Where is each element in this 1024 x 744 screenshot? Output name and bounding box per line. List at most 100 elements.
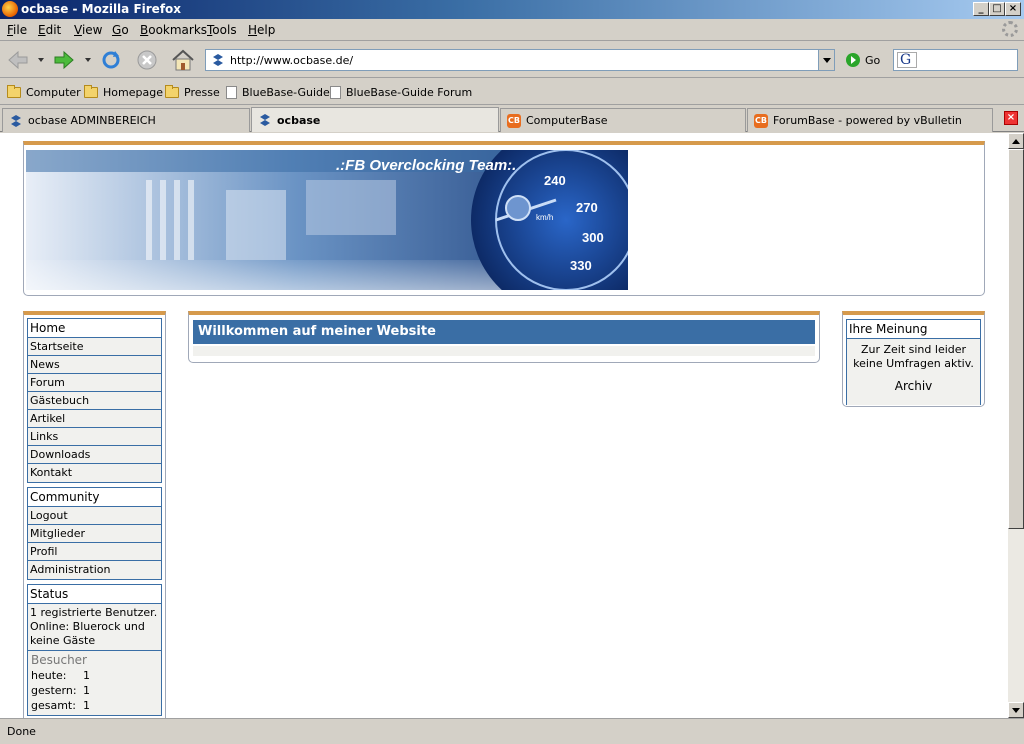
- poll-archive-link[interactable]: Archiv: [850, 379, 977, 393]
- scroll-up-button[interactable]: [1008, 133, 1024, 149]
- minimize-button[interactable]: _: [973, 2, 989, 16]
- forward-button[interactable]: [51, 47, 77, 73]
- menu-item-logout[interactable]: Logout: [28, 507, 161, 525]
- google-search-engine-icon[interactable]: G: [897, 52, 917, 68]
- home-button[interactable]: [170, 47, 196, 73]
- menu-view[interactable]: View: [74, 23, 102, 37]
- menu-tools[interactable]: Tools: [207, 23, 237, 37]
- status-registered: 1 registrierte Benutzer.: [30, 606, 158, 619]
- menu-item-links[interactable]: Links: [28, 428, 161, 446]
- site-favicon-icon: [213, 54, 223, 66]
- bookmark-presse[interactable]: Presse: [165, 85, 220, 99]
- tab-forumbase[interactable]: CB ForumBase - powered by vBulletin: [747, 108, 993, 132]
- browser-window: ocbase - Mozilla Firefox _ □ × File Edit…: [0, 0, 1024, 744]
- status-title: Status: [28, 585, 161, 604]
- back-button[interactable]: [5, 47, 31, 73]
- throbber-icon: [1002, 21, 1018, 37]
- stop-icon: [137, 50, 157, 70]
- banner-speed-300: 300: [582, 230, 604, 245]
- computerbase-icon: CB: [754, 113, 768, 128]
- close-tab-button[interactable]: ×: [1004, 111, 1018, 125]
- main-content-box: Willkommen auf meiner Website: [188, 311, 820, 363]
- visitor-row-today: heute: 1: [31, 669, 90, 682]
- visitor-row-yesterday: gestern: 1: [31, 684, 90, 697]
- folder-icon: [84, 85, 98, 98]
- forward-arrow-icon: [54, 50, 74, 70]
- banner-speed-270: 270: [576, 200, 598, 215]
- page-icon: [330, 86, 341, 99]
- bookmark-homepage[interactable]: Homepage: [84, 85, 163, 99]
- folder-icon: [165, 85, 179, 98]
- menu-help[interactable]: Help: [248, 23, 275, 37]
- window-title: ocbase - Mozilla Firefox: [21, 2, 182, 16]
- home-menu-title: Home: [28, 319, 161, 338]
- close-window-button[interactable]: ×: [1005, 2, 1021, 16]
- status-info: 1 registrierte Benutzer. Online: Blueroc…: [28, 604, 161, 651]
- menu-edit[interactable]: Edit: [38, 23, 61, 37]
- menu-item-downloads[interactable]: Downloads: [28, 446, 161, 464]
- menu-item-gaestebuch[interactable]: Gästebuch: [28, 392, 161, 410]
- page-content: 240 270 300 330 km/h .:FB Overclocking T…: [0, 133, 1008, 718]
- folder-icon: [7, 85, 21, 98]
- maximize-button[interactable]: □: [989, 2, 1005, 16]
- scroll-down-button[interactable]: [1008, 702, 1024, 718]
- header-box: 240 270 300 330 km/h .:FB Overclocking T…: [23, 141, 985, 296]
- bookmarks-toolbar: Computer Homepage Presse BlueBase-Guide …: [0, 79, 1024, 105]
- reload-icon: [102, 51, 120, 69]
- stop-button[interactable]: [134, 47, 160, 73]
- url-history-dropdown[interactable]: [818, 50, 834, 70]
- welcome-heading: Willkommen auf meiner Website: [193, 320, 815, 344]
- back-arrow-icon: [8, 50, 28, 70]
- menu-go[interactable]: Go: [112, 23, 129, 37]
- search-box[interactable]: G: [893, 49, 1018, 71]
- left-sidebar: Home Startseite News Forum Gästebuch Art…: [23, 311, 166, 718]
- firefox-icon: [2, 1, 18, 17]
- bookmark-bluebase-guide-forum[interactable]: BlueBase-Guide Forum: [330, 86, 472, 99]
- url-bar[interactable]: [205, 49, 835, 71]
- home-icon: [172, 49, 194, 71]
- tab-computerbase[interactable]: CB ComputerBase: [500, 108, 746, 132]
- back-dropdown-icon[interactable]: [38, 58, 44, 62]
- visitor-title: Besucher: [31, 653, 87, 667]
- poll-box: Ihre Meinung Zur Zeit sind leider keine …: [846, 319, 981, 405]
- menu-item-news[interactable]: News: [28, 356, 161, 374]
- status-text: Done: [7, 725, 36, 738]
- chevron-down-icon: [822, 57, 831, 63]
- go-icon: [846, 53, 860, 67]
- chevron-up-icon: [1012, 138, 1020, 144]
- menu-item-profil[interactable]: Profil: [28, 543, 161, 561]
- forward-dropdown-icon[interactable]: [85, 58, 91, 62]
- tab-bar: ocbase ADMINBEREICH ocbase CB ComputerBa…: [0, 106, 1024, 132]
- community-menu: Community Logout Mitglieder Profil Admin…: [27, 487, 162, 580]
- ocbase-icon: [11, 114, 21, 127]
- go-button[interactable]: Go: [846, 51, 880, 69]
- welcome-body: [193, 346, 815, 356]
- poll-text: Zur Zeit sind leider keine Umfragen akti…: [853, 343, 974, 370]
- menu-item-administration[interactable]: Administration: [28, 561, 161, 579]
- visitor-row-total: gesamt: 1: [31, 699, 90, 712]
- site-banner: 240 270 300 330 km/h .:FB Overclocking T…: [26, 150, 628, 290]
- url-input[interactable]: [230, 52, 810, 68]
- home-menu: Home Startseite News Forum Gästebuch Art…: [27, 318, 162, 483]
- menu-file[interactable]: File: [7, 23, 27, 37]
- banner-image: 240 270 300 330 km/h .:FB Overclocking T…: [26, 150, 628, 290]
- menu-item-startseite[interactable]: Startseite: [28, 338, 161, 356]
- bookmark-computer[interactable]: Computer: [7, 85, 81, 99]
- poll-title: Ihre Meinung: [847, 320, 980, 339]
- scroll-thumb[interactable]: [1008, 149, 1024, 529]
- menu-bookmarks[interactable]: Bookmarks: [140, 23, 207, 37]
- menu-item-mitglieder[interactable]: Mitglieder: [28, 525, 161, 543]
- banner-speed-240: 240: [544, 173, 566, 188]
- tab-ocbase[interactable]: ocbase: [251, 107, 499, 132]
- bookmark-bluebase-guide[interactable]: BlueBase-Guide: [226, 86, 330, 99]
- reload-button[interactable]: [98, 47, 124, 73]
- banner-speed-unit: km/h: [536, 213, 553, 222]
- poll-body: Zur Zeit sind leider keine Umfragen akti…: [847, 339, 980, 405]
- menu-item-artikel[interactable]: Artikel: [28, 410, 161, 428]
- menu-item-forum[interactable]: Forum: [28, 374, 161, 392]
- visitor-stats: Besucher heute: 1 gestern: 1 gesamt: 1: [28, 651, 161, 715]
- vertical-scrollbar[interactable]: [1008, 133, 1024, 718]
- title-bar: ocbase - Mozilla Firefox _ □ ×: [0, 0, 1024, 19]
- tab-ocbase-adminbereich[interactable]: ocbase ADMINBEREICH: [2, 108, 250, 132]
- menu-item-kontakt[interactable]: Kontakt: [28, 464, 161, 482]
